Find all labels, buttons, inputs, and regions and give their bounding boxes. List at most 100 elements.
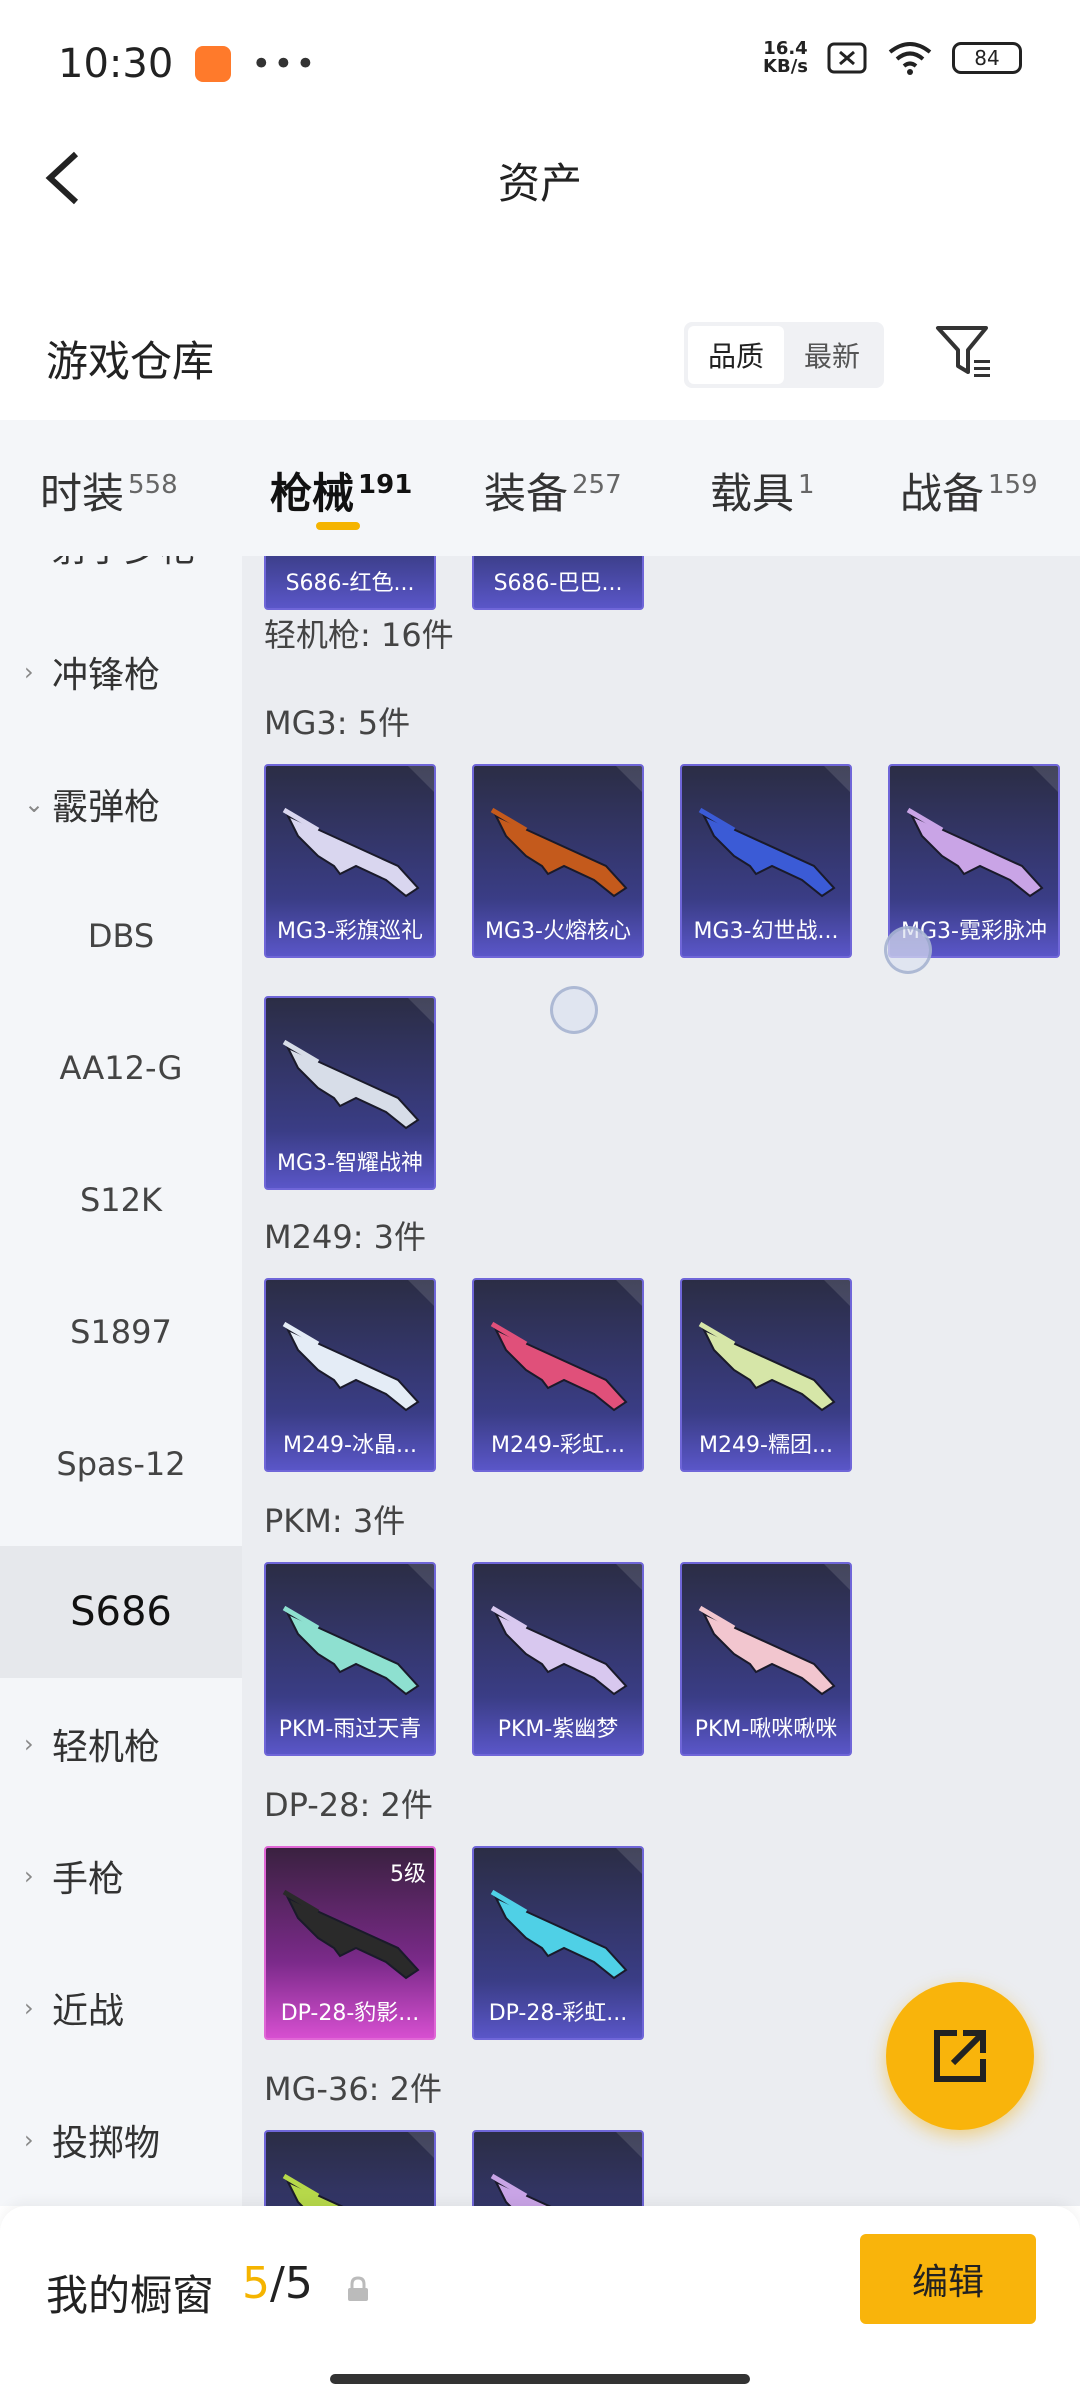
network-speed-unit: KB/s	[763, 56, 808, 77]
sidebar-item-label: 投掷物	[52, 2123, 161, 2164]
item-card[interactable]	[472, 2130, 644, 2206]
item-card[interactable]: 5级 DP-28-豹影...	[264, 1846, 436, 2040]
sidebar-subitem-spas12[interactable]: Spas-12	[0, 1398, 242, 1530]
sidebar-item-label: 霰弹枪	[52, 787, 161, 828]
item-grid: S686-红色... S686-巴巴... 轻机枪: 16件 MG3: 5件 M…	[242, 556, 1080, 2206]
card-corner	[616, 1848, 642, 1874]
page-title: 资产	[497, 159, 582, 208]
sidebar-item-throwable[interactable]: › 投掷物	[0, 2074, 242, 2206]
sidebar-item-shotgun[interactable]: ⌄ 霰弹枪	[0, 738, 242, 870]
item-card[interactable]	[264, 2130, 436, 2206]
gun-image	[282, 1039, 420, 1130]
gun-image	[282, 807, 420, 898]
level-badge: 5级	[390, 1862, 426, 1887]
item-name: M249-冰晶...	[283, 1433, 417, 1458]
chevron-right-icon: ›	[24, 2126, 34, 2154]
group-label: MG3: 5件	[264, 704, 411, 742]
gun-image	[698, 1605, 836, 1696]
chevron-right-icon: ›	[24, 658, 34, 686]
sidebar-item-pistol[interactable]: › 手枪	[0, 1810, 242, 1942]
gun-image	[698, 807, 836, 898]
group-label: MG-36: 2件	[264, 2070, 442, 2108]
lock-icon	[348, 2276, 368, 2301]
item-name: MG3-智耀战神	[277, 1151, 423, 1176]
shopping-app-icon	[195, 46, 232, 82]
item-card[interactable]: PKM-雨过天青	[264, 1562, 436, 1756]
item-name: PKM-雨过天青	[278, 1717, 422, 1742]
status-time: 10:30	[58, 41, 174, 87]
gun-image	[282, 1605, 420, 1696]
sidebar-item-label: 近战	[52, 1991, 125, 2032]
item-card[interactable]: M249-糯团...	[680, 1278, 852, 1472]
item-name: M249-糯团...	[699, 1433, 833, 1458]
card-corner	[408, 766, 434, 792]
showcase-count-current: 5	[242, 2258, 270, 2309]
tab-firearms[interactable]: 枪械 191	[270, 460, 412, 521]
filter-icon[interactable]	[934, 322, 994, 382]
gun-image	[490, 1321, 628, 1412]
sidebar-item-marksman-rifle[interactable]: ›射手步枪	[0, 556, 242, 612]
card-corner	[824, 1280, 850, 1306]
tab-fashion[interactable]: 时装 558	[40, 460, 178, 521]
gun-image	[490, 807, 628, 898]
sidebar-subitem-s12k[interactable]: S12K	[0, 1134, 242, 1266]
item-card[interactable]: MG3-彩旗巡礼	[264, 764, 436, 958]
tab-count: 257	[572, 470, 622, 500]
network-speed: 16.4 KB/s	[763, 40, 808, 76]
item-card[interactable]: S686-巴巴...	[472, 556, 644, 610]
card-corner	[408, 1564, 434, 1590]
tab-label: 战备	[900, 469, 985, 518]
showcase-bar: 我的橱窗 5/5 编辑	[0, 2206, 1080, 2400]
sidebar-subitem-aa12g[interactable]: AA12-G	[0, 1002, 242, 1134]
item-name: MG3-彩旗巡礼	[277, 919, 423, 944]
chevron-right-icon: ›	[24, 1730, 34, 1758]
item-name: DP-28-豹影...	[280, 2001, 420, 2026]
sidebar-item-smg[interactable]: › 冲锋枪	[0, 606, 242, 738]
sidebar-subitem-dbs[interactable]: DBS	[0, 870, 242, 1002]
item-card[interactable]: PKM-紫幽梦	[472, 1562, 644, 1756]
status-icons: 16.4 KB/s 84	[763, 40, 1022, 76]
sort-quality-button[interactable]: 品质	[688, 326, 784, 384]
share-button[interactable]	[886, 1982, 1034, 2130]
tab-equipment[interactable]: 装备 257	[484, 460, 622, 521]
sidebar-subitem-s686[interactable]: S686	[0, 1546, 242, 1678]
home-indicator	[330, 2374, 750, 2384]
gun-image	[282, 1321, 420, 1412]
item-card[interactable]: M249-彩虹...	[472, 1278, 644, 1472]
item-card[interactable]: PKM-啾咪啾咪	[680, 1562, 852, 1756]
sidebar-item-label: 射手步枪	[52, 556, 196, 572]
item-card[interactable]: MG3-幻世战...	[680, 764, 852, 958]
card-corner	[408, 1280, 434, 1306]
item-card[interactable]: DP-28-彩虹...	[472, 1846, 644, 2040]
card-corner	[616, 2132, 642, 2158]
card-corner	[408, 998, 434, 1024]
category-header: 轻机枪: 16件	[264, 616, 454, 654]
edit-button[interactable]: 编辑	[860, 2234, 1036, 2324]
card-corner	[408, 2132, 434, 2158]
chevron-right-icon: ›	[24, 1862, 34, 1890]
card-corner	[616, 766, 642, 792]
card-corner	[616, 1564, 642, 1590]
sidebar-item-label: 轻机枪	[52, 1727, 161, 1768]
tab-supplies[interactable]: 战备 159	[900, 460, 1038, 521]
tab-label: 枪械	[270, 469, 355, 518]
tab-count: 1	[798, 470, 815, 500]
wifi-icon	[888, 42, 932, 75]
item-card[interactable]: MG3-智耀战神	[264, 996, 436, 1190]
gun-image	[698, 1321, 836, 1412]
sidebar-subitem-s1897[interactable]: S1897	[0, 1266, 242, 1398]
sort-newest-button[interactable]: 最新	[784, 326, 880, 384]
item-card[interactable]: MG3-火熔核心	[472, 764, 644, 958]
sidebar-item-melee[interactable]: › 近战	[0, 1942, 242, 2074]
tab-vehicles[interactable]: 载具 1	[710, 460, 815, 521]
item-name: PKM-啾咪啾咪	[694, 1717, 838, 1742]
item-card[interactable]: M249-冰晶...	[264, 1278, 436, 1472]
gun-image	[282, 2173, 344, 2206]
sidebar-item-lmg[interactable]: › 轻机枪	[0, 1678, 242, 1810]
item-card[interactable]: S686-红色...	[264, 556, 436, 610]
card-corner	[824, 766, 850, 792]
no-sim-icon	[827, 42, 867, 74]
sort-toggle: 品质 最新	[684, 322, 884, 388]
card-corner	[824, 1564, 850, 1590]
weapon-type-sidebar: ›射手步枪 ›冲锋枪 ⌄霰弹枪 DBS AA12-G S12K S1897 Sp…	[0, 556, 242, 2206]
